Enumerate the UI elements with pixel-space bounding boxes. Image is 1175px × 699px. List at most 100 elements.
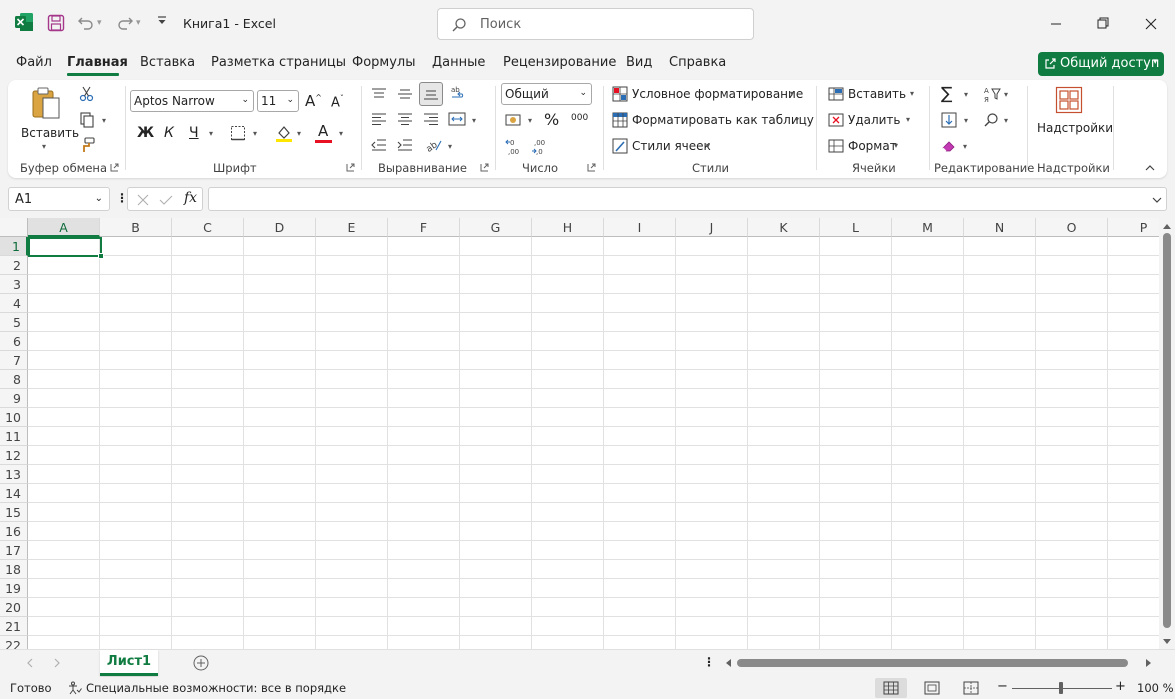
zoom-slider-thumb[interactable] — [1059, 682, 1063, 694]
column-header-l[interactable]: L — [820, 218, 892, 237]
column-header-j[interactable]: J — [676, 218, 748, 237]
fill-down-icon[interactable] — [941, 112, 957, 128]
accessibility-icon[interactable] — [68, 681, 82, 695]
fill-color-icon[interactable] — [275, 124, 293, 142]
row-header-2[interactable]: 2 — [0, 256, 28, 275]
clipboard-launcher-icon[interactable] — [110, 163, 119, 172]
select-all-corner[interactable] — [0, 218, 28, 237]
cancel-icon[interactable] — [136, 193, 150, 207]
fill-dropdown-icon[interactable]: ▾ — [964, 116, 968, 125]
page-break-view-button[interactable] — [955, 678, 987, 698]
scroll-down-icon[interactable] — [1162, 638, 1172, 646]
number-launcher-icon[interactable] — [587, 163, 596, 172]
autosum-icon[interactable]: ∑ — [941, 84, 952, 104]
tab-insert[interactable]: Вставка — [140, 55, 195, 70]
row-header-13[interactable]: 13 — [0, 465, 28, 484]
delete-cells-button[interactable]: Удалить ▾ — [828, 112, 918, 130]
alignment-launcher-icon[interactable] — [480, 163, 489, 172]
row-header-9[interactable]: 9 — [0, 389, 28, 408]
column-header-f[interactable]: F — [388, 218, 460, 237]
scroll-up-icon[interactable] — [1162, 222, 1172, 230]
tab-home[interactable]: Главная — [67, 55, 128, 70]
tab-review[interactable]: Рецензирование — [503, 55, 616, 70]
status-accessibility[interactable]: Специальные возможности: все в порядке — [86, 681, 346, 695]
sort-filter-dropdown-icon[interactable]: ▾ — [1004, 90, 1008, 99]
font-color-icon[interactable]: A — [318, 122, 328, 140]
sheet-options-icon[interactable]: ⋮ — [703, 655, 715, 669]
orientation-icon[interactable]: ab — [425, 137, 443, 153]
sheet-tab[interactable]: Лист1 — [100, 650, 158, 676]
accounting-format-icon[interactable] — [505, 112, 523, 128]
row-header-4[interactable]: 4 — [0, 294, 28, 313]
clear-dropdown-icon[interactable]: ▾ — [963, 142, 967, 151]
merge-dropdown-icon[interactable]: ▾ — [472, 116, 476, 125]
row-header-7[interactable]: 7 — [0, 351, 28, 370]
column-header-i[interactable]: I — [604, 218, 676, 237]
row-header-14[interactable]: 14 — [0, 484, 28, 503]
scroll-left-icon[interactable] — [724, 658, 732, 668]
column-header-e[interactable]: E — [316, 218, 388, 237]
orientation-dropdown-icon[interactable]: ▾ — [448, 142, 452, 151]
underline-dropdown-icon[interactable]: ▾ — [209, 129, 213, 138]
format-cells-button[interactable]: Формат ▾ — [828, 138, 908, 156]
row-header-11[interactable]: 11 — [0, 427, 28, 446]
number-format-select[interactable]: Общий ⌄ — [501, 83, 592, 105]
collapse-ribbon-icon[interactable] — [1144, 162, 1156, 174]
column-header-n[interactable]: N — [964, 218, 1036, 237]
formula-input[interactable] — [208, 187, 1167, 211]
redo-icon[interactable] — [116, 14, 134, 32]
column-header-k[interactable]: K — [748, 218, 820, 237]
find-select-icon[interactable] — [983, 112, 999, 128]
customize-toolbar-icon[interactable] — [156, 15, 168, 27]
enter-icon[interactable] — [159, 193, 173, 207]
row-header-20[interactable]: 20 — [0, 598, 28, 617]
column-header-m[interactable]: M — [892, 218, 964, 237]
row-header-16[interactable]: 16 — [0, 522, 28, 541]
row-header-17[interactable]: 17 — [0, 541, 28, 560]
row-header-19[interactable]: 19 — [0, 579, 28, 598]
increase-decimal-icon[interactable]: 0 ,00 — [505, 137, 523, 155]
minimize-icon[interactable] — [1046, 14, 1066, 34]
merge-center-icon[interactable] — [448, 111, 466, 127]
insert-cells-button[interactable]: Вставить ▾ — [828, 86, 918, 104]
percent-style-button[interactable]: % — [544, 110, 559, 129]
cut-icon[interactable] — [79, 86, 95, 102]
row-header-12[interactable]: 12 — [0, 446, 28, 465]
bold-button[interactable]: Ж — [137, 125, 154, 141]
column-header-d[interactable]: D — [244, 218, 316, 237]
font-color-dropdown-icon[interactable]: ▾ — [339, 129, 343, 138]
insert-function-button[interactable]: fx — [184, 190, 197, 206]
restore-icon[interactable] — [1093, 14, 1113, 34]
active-cell[interactable] — [28, 237, 102, 257]
column-header-b[interactable]: B — [100, 218, 172, 237]
sort-filter-icon[interactable]: A Я — [983, 85, 1001, 103]
row-header-5[interactable]: 5 — [0, 313, 28, 332]
row-header-1[interactable]: 1 — [0, 237, 28, 256]
row-header-21[interactable]: 21 — [0, 617, 28, 636]
search-input[interactable]: Поиск — [437, 8, 754, 40]
increase-font-icon[interactable]: A^ — [305, 92, 322, 110]
align-bottom-button[interactable] — [419, 82, 443, 106]
comma-style-button[interactable]: 000 — [571, 113, 588, 123]
horizontal-scroll-thumb[interactable] — [737, 659, 1128, 667]
vertical-scrollbar[interactable] — [1159, 218, 1175, 649]
format-painter-icon[interactable] — [79, 137, 95, 153]
format-as-table-button[interactable]: Форматировать как таблицу ▾ — [612, 112, 814, 130]
add-sheet-icon[interactable] — [193, 655, 209, 671]
conditional-formatting-button[interactable]: Условное форматирование ▾ — [612, 86, 803, 104]
increase-indent-icon[interactable] — [397, 138, 413, 152]
italic-button[interactable]: К — [164, 125, 174, 141]
column-header-p[interactable]: P — [1108, 218, 1159, 237]
row-header-15[interactable]: 15 — [0, 503, 28, 522]
name-box[interactable]: A1 ⌄ — [8, 187, 110, 211]
addins-button[interactable]: Надстройки — [1032, 84, 1113, 140]
close-icon[interactable] — [1141, 14, 1161, 34]
row-header-6[interactable]: 6 — [0, 332, 28, 351]
copy-dropdown-icon[interactable]: ▾ — [102, 116, 106, 125]
page-layout-view-button[interactable] — [916, 678, 948, 698]
row-header-22[interactable]: 22 — [0, 636, 28, 649]
row-header-18[interactable]: 18 — [0, 560, 28, 579]
normal-view-button[interactable] — [875, 678, 907, 698]
column-header-o[interactable]: O — [1036, 218, 1108, 237]
decrease-decimal-icon[interactable]: ,00 ,0 — [531, 137, 549, 155]
